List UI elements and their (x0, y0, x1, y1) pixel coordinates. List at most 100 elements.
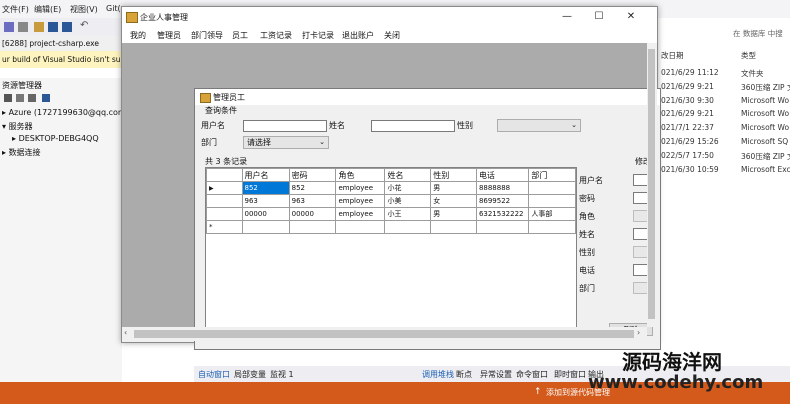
vs-process-tab[interactable]: [6288] project-csharp.exe (0, 36, 122, 51)
scroll-thumb[interactable] (648, 49, 655, 319)
grid-row[interactable]: 00000 00000 employee 小王男 6321532222 人事部 (206, 207, 576, 221)
tree-label: 数据连接 (8, 148, 41, 157)
grid-cell[interactable]: employee (335, 181, 386, 195)
connect-icon[interactable] (28, 94, 36, 102)
grid-cell[interactable]: 00000 (241, 207, 290, 221)
database-icon[interactable] (42, 94, 50, 102)
undo-icon[interactable]: ↶ (80, 20, 88, 31)
employee-grid[interactable]: 用户名 密码 角色 姓名 性别 电话 部门 ▶ 852 852 employee 小花男 888888… (206, 168, 576, 234)
grid-cell[interactable]: 852 (241, 181, 290, 195)
vs-menu-view[interactable]: 视图(V) (70, 4, 98, 15)
grid-cell[interactable]: 男 (430, 181, 477, 195)
main-menu-item[interactable]: 关闭 (384, 30, 400, 41)
main-menu-item[interactable]: 退出账户 (342, 30, 374, 41)
debug-tab[interactable]: 监视 1 (270, 369, 294, 380)
grid-row[interactable]: 963 963 employee 小美女 8699522 (206, 194, 576, 208)
grid-cell[interactable] (475, 220, 530, 234)
main-vertical-scrollbar[interactable]: ︿ (647, 43, 657, 327)
back-icon[interactable] (4, 22, 14, 32)
child-body: 查询条件 用户名 姓名 性别 ⌄ 部门 请选择 ⌄ 共 3 条记录 修改 用户名… (195, 105, 660, 349)
grid-row[interactable]: ▶ 852 852 employee 小花男 8888888 (206, 181, 576, 195)
grid-cell[interactable]: 小花 (384, 181, 432, 195)
grid-cell[interactable]: employee (335, 207, 386, 221)
save-icon[interactable] (48, 22, 58, 32)
refresh-icon[interactable] (4, 94, 12, 102)
grid-new-row[interactable]: * (206, 220, 576, 234)
debug-tab[interactable]: 即时窗口 (554, 369, 586, 380)
column-date[interactable]: 改日期 (661, 50, 684, 61)
debug-tab[interactable]: 局部变量 (234, 369, 266, 380)
tree-item-data-connections[interactable]: ▸ 数据连接 (2, 147, 41, 158)
grid-column-header[interactable]: 用户名 (241, 168, 290, 182)
grid-column-header[interactable]: 角色 (335, 168, 386, 182)
maximize-icon[interactable]: ☐ (584, 7, 614, 27)
username-input[interactable] (243, 120, 327, 132)
grid-cell[interactable]: 963 (241, 194, 290, 208)
main-menu-item[interactable]: 工资记录 (260, 30, 292, 41)
main-menu-item[interactable]: 我的 (130, 30, 146, 41)
grid-cell[interactable]: 963 (288, 194, 337, 208)
grid-column-header[interactable]: 密码 (288, 168, 337, 182)
app-icon (126, 12, 138, 23)
main-menu-item[interactable]: 管理员 (157, 30, 181, 41)
row-header[interactable]: ▶ (206, 181, 243, 195)
grid-cell[interactable]: employee (335, 194, 386, 208)
main-menu-item[interactable]: 打卡记录 (302, 30, 334, 41)
debug-tab[interactable]: 断点 (456, 369, 472, 380)
vs-menu-git[interactable]: Git( (106, 4, 121, 13)
grid-cell[interactable]: 00000 (288, 207, 337, 221)
scroll-left-icon[interactable]: ‹ (124, 328, 127, 337)
scroll-right-icon[interactable]: › (637, 328, 640, 337)
debug-tab[interactable]: 调用堆栈 (422, 369, 454, 380)
vs-menu-edit[interactable]: 编辑(E) (34, 4, 61, 15)
dept-select[interactable]: 请选择 ⌄ (243, 136, 329, 149)
grid-cell[interactable] (430, 220, 477, 234)
grid-column-header[interactable]: 性别 (430, 168, 477, 182)
column-type[interactable]: 类型 (741, 50, 756, 61)
main-menu-item[interactable]: 员工 (232, 30, 248, 41)
close-icon[interactable]: ✕ (616, 7, 646, 27)
gender-select[interactable]: ⌄ (497, 119, 581, 132)
tree-item-servers[interactable]: ▾ 服务器 (2, 121, 33, 132)
vs-menu-file[interactable]: 文件(F) (2, 4, 29, 15)
grid-column-header[interactable]: 电话 (475, 168, 530, 182)
debug-tab[interactable]: 自动窗口 (198, 369, 230, 380)
grid-cell[interactable] (384, 220, 432, 234)
grid-cell[interactable]: 人事部 (528, 207, 576, 221)
name-input[interactable] (371, 120, 455, 132)
grid-cell[interactable] (528, 194, 576, 208)
grid-cell[interactable] (241, 220, 290, 234)
row-header[interactable] (206, 194, 243, 208)
grid-cell[interactable]: 男 (430, 207, 477, 221)
grid-column-header[interactable]: 部门 (528, 168, 576, 182)
main-horizontal-scrollbar[interactable]: ‹ › (122, 327, 647, 341)
grid-cell[interactable]: 8888888 (475, 181, 530, 195)
row-header[interactable] (206, 207, 243, 221)
save-all-icon[interactable] (62, 22, 72, 32)
grid-cell[interactable]: 852 (288, 181, 337, 195)
grid-cell[interactable]: 小王 (384, 207, 432, 221)
stop-icon[interactable] (16, 94, 24, 102)
grid-cell[interactable] (528, 181, 576, 195)
grid-cell[interactable]: 小美 (384, 194, 432, 208)
grid-cell[interactable] (288, 220, 337, 234)
grid-cell[interactable] (335, 220, 386, 234)
username-label: 用户名 (201, 121, 225, 130)
grid-cell[interactable]: 女 (430, 194, 477, 208)
grid-cell[interactable] (528, 220, 576, 234)
debug-tab[interactable]: 异常设置 (480, 369, 512, 380)
tree-item-azure[interactable]: ▸ Azure (1727199630@qq.com - 0 (2, 108, 139, 117)
forward-icon[interactable] (18, 22, 28, 32)
arrow-up-icon[interactable]: ↑ (534, 387, 542, 397)
minimize-icon[interactable]: — (552, 7, 582, 27)
grid-cell[interactable]: 8699522 (475, 194, 530, 208)
tree-item-desktop[interactable]: ▸ DESKTOP-DEBG4QQ (12, 134, 99, 143)
hscroll-thumb[interactable] (134, 330, 634, 338)
main-menu-item[interactable]: 部门领导 (191, 30, 223, 41)
row-header[interactable]: * (206, 220, 243, 234)
grid-column-header[interactable]: 姓名 (384, 168, 432, 182)
search-box[interactable]: 在 数据库 中搜 (733, 28, 783, 39)
open-folder-icon[interactable] (34, 22, 44, 32)
debug-tab[interactable]: 命令窗口 (516, 369, 548, 380)
grid-cell[interactable]: 6321532222 (475, 207, 530, 221)
